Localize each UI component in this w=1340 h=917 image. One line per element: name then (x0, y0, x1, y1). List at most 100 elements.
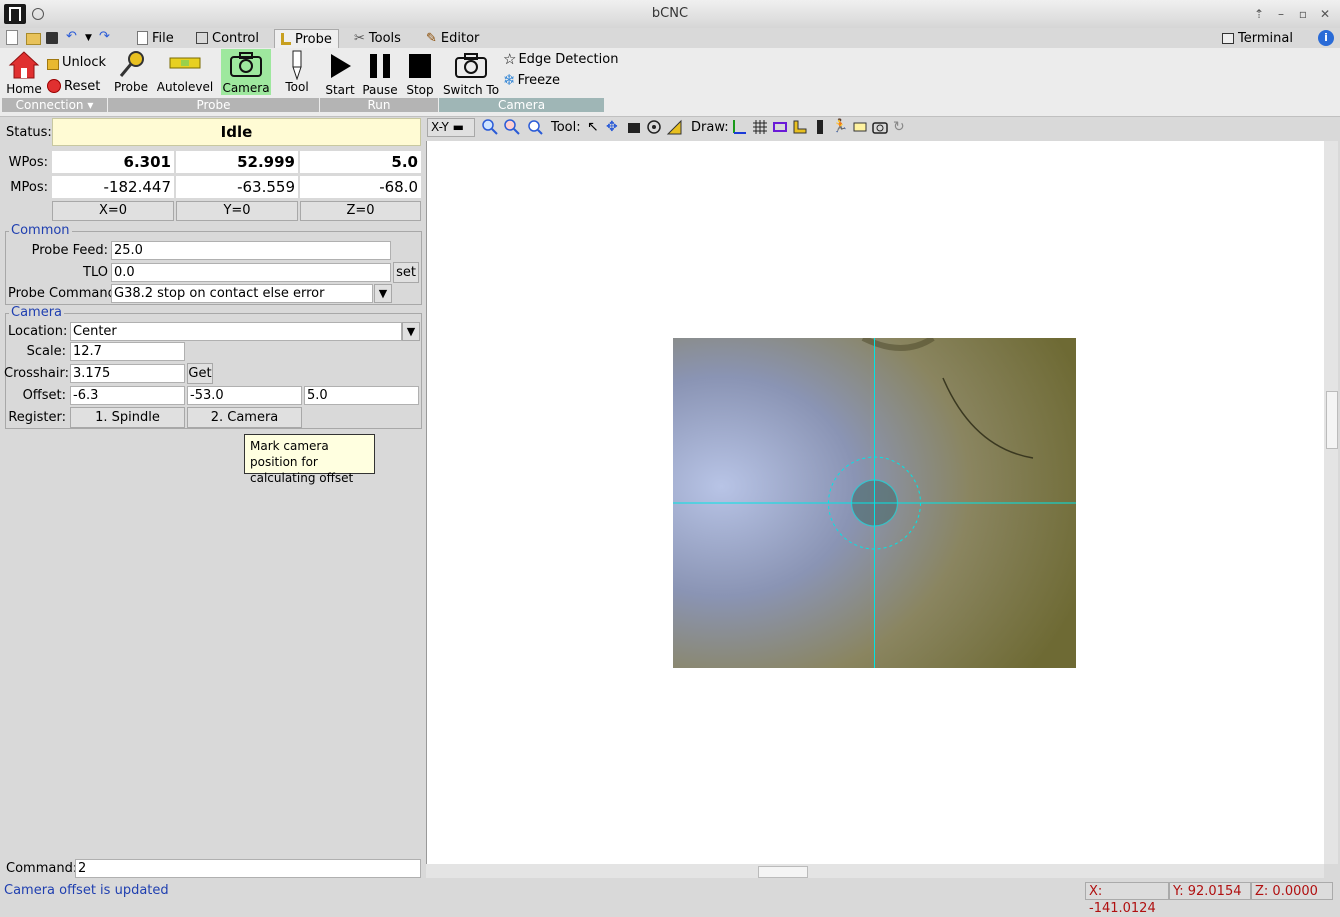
minimize-icon[interactable]: – (1273, 6, 1289, 22)
zoom-out-icon[interactable] (504, 119, 520, 135)
scale-input[interactable]: 12.7 (70, 342, 185, 361)
status-message: Camera offset is updated (4, 883, 169, 898)
command-input[interactable]: 2 (75, 859, 421, 878)
start-label: Start (325, 83, 355, 97)
zoom-in-icon[interactable] (482, 119, 498, 135)
paths-icon[interactable] (852, 119, 868, 135)
switch-to-button[interactable]: Switch To (442, 50, 500, 97)
location-label: Location: (8, 324, 68, 339)
location-dropdown-icon[interactable]: ▼ (402, 322, 420, 341)
pause-label: Pause (362, 83, 398, 97)
location-select[interactable]: Center (70, 322, 402, 341)
tlo-set-button[interactable]: set (393, 262, 419, 283)
mpos-x: -182.447 (52, 176, 174, 198)
select-arrow-icon[interactable]: ↖ (587, 119, 603, 135)
file-icon (137, 31, 148, 45)
reset-icon (47, 79, 61, 93)
tab-file[interactable]: File (131, 29, 180, 47)
camera-label: Camera (222, 81, 270, 95)
coord-z: Z: 0.0000 (1251, 882, 1333, 900)
stop-button[interactable]: Stop (402, 52, 438, 97)
tab-terminal[interactable]: Terminal (1216, 29, 1299, 47)
camera-draw-icon[interactable] (872, 119, 888, 135)
origin-icon[interactable] (626, 119, 642, 135)
margins-icon[interactable] (772, 119, 788, 135)
camera-button[interactable]: Camera (221, 49, 271, 95)
offset-label: Offset: (22, 388, 66, 403)
register-camera-button[interactable]: 2. Camera (187, 407, 302, 428)
view-select-label: X-Y (431, 120, 449, 134)
undo-icon[interactable]: ↶ (66, 29, 80, 44)
home-button[interactable]: Home (4, 50, 44, 96)
status-state: Idle (52, 118, 421, 146)
pause-button[interactable]: Pause (360, 52, 400, 97)
unlock-button[interactable]: Unlock (47, 53, 106, 71)
tab-tools[interactable]: ✂ Tools (348, 29, 407, 47)
vertical-scrollbar[interactable] (1324, 141, 1338, 864)
zero-y-button[interactable]: Y=0 (176, 201, 298, 221)
offset-y-input[interactable]: -53.0 (187, 386, 302, 405)
tab-probe[interactable]: Probe (274, 29, 339, 48)
probe-draw-icon[interactable] (792, 119, 808, 135)
register-spindle-button[interactable]: 1. Spindle (70, 407, 185, 428)
reset-button[interactable]: Reset (47, 77, 100, 95)
command-label: Command: (6, 861, 78, 876)
connection-group-label[interactable]: Connection ▾ (2, 98, 107, 112)
probe-feed-input[interactable]: 25.0 (111, 241, 391, 260)
mpos-y: -63.559 (176, 176, 298, 198)
tab-control-label: Control (212, 30, 259, 46)
probe-command-select[interactable]: G38.2 stop on contact else error (111, 284, 373, 303)
offset-z-input[interactable]: 5.0 (304, 386, 419, 405)
probe-button[interactable]: Probe (110, 50, 152, 94)
register-label: Register: (8, 410, 66, 425)
crosshair-input[interactable]: 3.175 (70, 364, 185, 383)
ruler-icon[interactable] (666, 119, 682, 135)
workarea-icon[interactable] (812, 119, 828, 135)
zero-z-button[interactable]: Z=0 (300, 201, 421, 221)
coord-y: Y: 92.0154 (1169, 882, 1251, 900)
freeze-label: Freeze (517, 72, 560, 88)
offset-x-input[interactable]: -6.3 (70, 386, 185, 405)
probe-command-dropdown-icon[interactable]: ▼ (374, 284, 392, 303)
pan-icon[interactable]: ✥ (606, 119, 622, 135)
info-icon[interactable]: i (1318, 30, 1334, 46)
horizontal-scrollbar[interactable] (426, 864, 1324, 878)
grid-icon[interactable] (752, 119, 768, 135)
crosshair-get-button[interactable]: Get (187, 363, 213, 384)
zero-x-button[interactable]: X=0 (52, 201, 174, 221)
tab-editor[interactable]: ✎ Editor (420, 29, 485, 47)
redo-icon[interactable]: ↷ (99, 29, 113, 44)
autolevel-button[interactable]: Autolevel (156, 50, 214, 94)
camera-group-label: Camera (439, 98, 604, 112)
open-folder-icon[interactable] (26, 33, 41, 45)
tab-terminal-label: Terminal (1238, 30, 1293, 46)
tool-button[interactable]: Tool (278, 50, 316, 94)
terminal-icon (1222, 32, 1234, 44)
star-icon: ☆ (503, 50, 517, 68)
tlo-input[interactable]: 0.0 (111, 263, 391, 282)
tab-tools-label: Tools (368, 30, 401, 46)
redraw-icon[interactable]: ↻ (893, 119, 909, 135)
vertical-scroll-thumb[interactable] (1326, 391, 1338, 449)
close-icon[interactable]: ✕ (1317, 6, 1333, 22)
zoom-fit-icon[interactable] (527, 119, 543, 135)
tools-icon: ✂ (354, 30, 365, 46)
coord-x: X: -141.0124 (1085, 882, 1169, 916)
view-select[interactable]: X-Y ▬ (427, 118, 475, 137)
save-icon[interactable] (46, 32, 58, 44)
rapid-motion-icon[interactable]: 🏃 (832, 119, 848, 135)
start-button[interactable]: Start (322, 52, 358, 97)
horizontal-scroll-thumb[interactable] (758, 866, 808, 878)
camera-icon (230, 52, 262, 77)
axes-icon[interactable] (731, 119, 747, 135)
maximize-up-icon[interactable]: ⇡ (1251, 6, 1267, 22)
target-icon[interactable] (646, 119, 662, 135)
undo-dropdown-icon[interactable]: ▼ (85, 33, 99, 47)
restore-icon[interactable]: ▫ (1295, 6, 1311, 22)
camera-legend: Camera (9, 305, 65, 320)
new-file-icon[interactable] (6, 30, 18, 45)
control-icon (196, 32, 208, 44)
tab-control[interactable]: Control (190, 29, 265, 47)
edge-detection-button[interactable]: ☆ Edge Detection (503, 50, 618, 68)
freeze-button[interactable]: ❄ Freeze (503, 71, 560, 89)
